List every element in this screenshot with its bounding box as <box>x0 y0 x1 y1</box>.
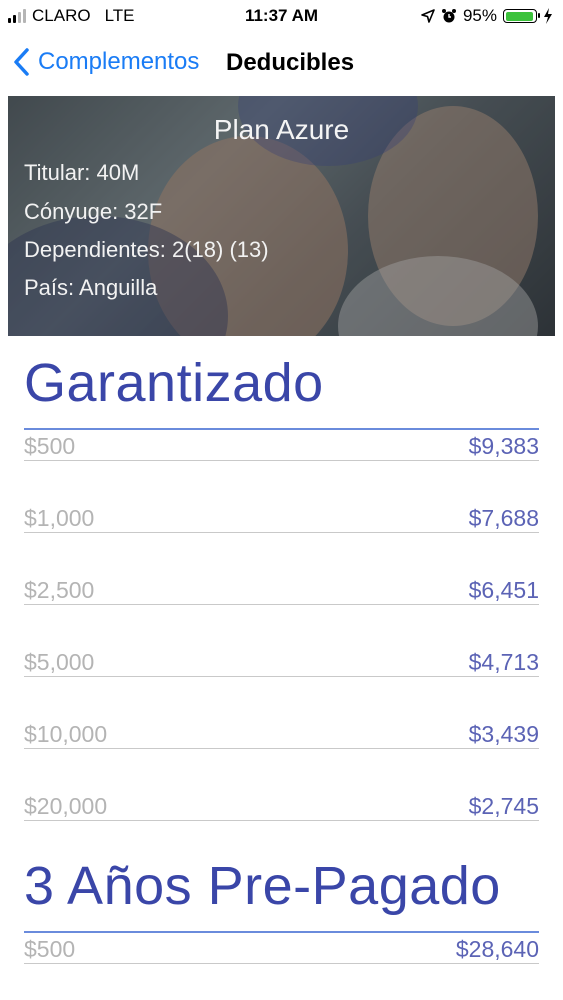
dependientes-label: Dependientes: 2(18) (13) <box>24 237 269 262</box>
premium-price: $6,451 <box>468 577 539 603</box>
deductible-amount: $500 <box>24 936 76 962</box>
plan-hero-banner: Plan Azure Titular: 40M Cónyuge: 32F Dep… <box>8 96 555 336</box>
conyuge-label: Cónyuge: 32F <box>24 199 163 224</box>
back-button-label: Complementos <box>38 48 200 75</box>
titular-label: Titular: 40M <box>24 160 140 185</box>
deductible-row[interactable]: $500 $28,640 <box>24 933 539 964</box>
status-right: 95% <box>421 6 553 26</box>
back-button[interactable]: Complementos <box>10 46 199 78</box>
deductible-row[interactable]: $5,000 $4,713 <box>24 646 539 677</box>
deductible-amount: $20,000 <box>24 793 108 819</box>
premium-price: $2,745 <box>468 793 539 819</box>
deductible-row[interactable]: $1,000 $7,688 <box>24 502 539 533</box>
premium-price: $4,713 <box>468 649 539 675</box>
page-title: Deducibles <box>226 49 355 76</box>
premium-price: $28,640 <box>455 936 539 962</box>
deductible-amount: $5,000 <box>24 649 95 675</box>
deductible-row[interactable]: $2,500 $6,451 <box>24 574 539 605</box>
battery-fill <box>505 11 534 21</box>
deductible-amount: $500 <box>24 433 76 459</box>
battery-percent: 95% <box>462 6 497 25</box>
location-arrow-icon <box>421 9 435 23</box>
pais-label: País: Anguilla <box>24 275 158 300</box>
battery-icon <box>503 9 540 23</box>
deductible-row[interactable]: $20,000 $2,745 <box>24 790 539 821</box>
section-title-prepagado: 3 Años Pre-Pagado <box>24 856 501 916</box>
deductible-row[interactable]: $500 $9,383 <box>24 430 539 461</box>
deductible-amount: $2,500 <box>24 577 95 603</box>
premium-price: $9,383 <box>468 433 539 459</box>
premium-price: $7,688 <box>468 505 539 531</box>
premium-price: $3,439 <box>468 721 539 747</box>
plan-name: Plan Azure <box>213 114 350 145</box>
deductible-row[interactable]: $10,000 $3,439 <box>24 718 539 749</box>
chevron-left-icon <box>14 48 29 76</box>
deductible-amount: $10,000 <box>24 721 108 747</box>
navigation-bar: Complementos Deducibles <box>0 36 563 90</box>
deductible-amount: $1,000 <box>24 505 95 531</box>
section-title-garantizado: Garantizado <box>24 353 324 413</box>
charging-bolt-icon <box>544 8 552 24</box>
alarm-icon <box>441 9 456 23</box>
status-bar: CLARO LTE 11:37 AM 95% <box>0 0 563 32</box>
